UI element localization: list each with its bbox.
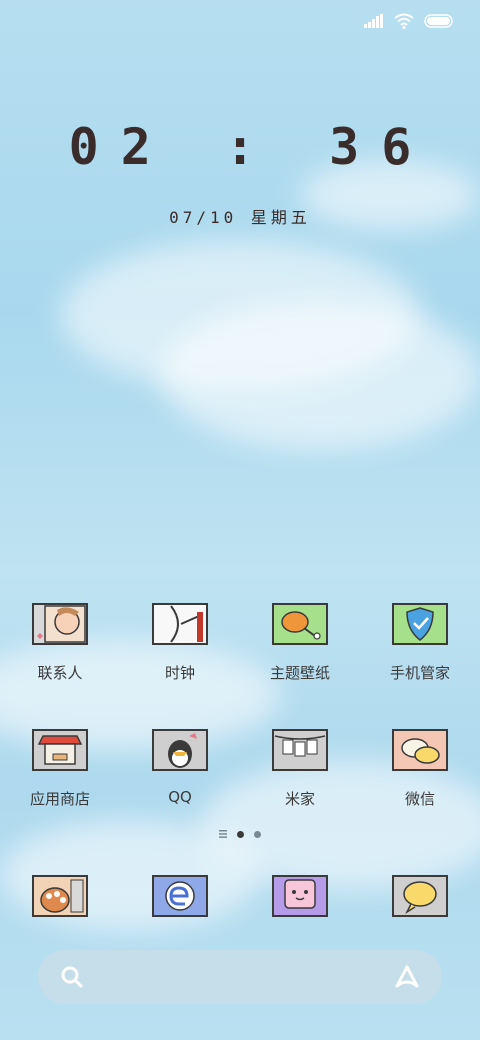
status-bar [364, 10, 454, 32]
clock-icon [152, 603, 208, 645]
app-label: 时钟 [164, 664, 195, 682]
browser-icon [152, 875, 208, 917]
search-bar[interactable] [38, 950, 442, 1004]
app-qq[interactable]: QQ [120, 728, 240, 809]
contacts-icon [32, 603, 88, 645]
dock-messages[interactable] [240, 874, 360, 918]
battery-icon [424, 14, 453, 28]
app-label: 手机管家 [389, 664, 450, 682]
app-label: 微信 [404, 790, 435, 808]
app-security[interactable]: 手机管家 [360, 602, 480, 683]
theme-icon [272, 603, 328, 645]
menu-lines-icon [219, 830, 227, 838]
app-theme[interactable]: 主题壁纸 [240, 602, 360, 683]
dock-phone[interactable] [0, 874, 120, 918]
app-clock[interactable]: 时钟 [120, 602, 240, 683]
phone-icon [32, 875, 88, 917]
wechat-icon [392, 729, 448, 771]
app-label: QQ [168, 788, 192, 806]
qq-icon [152, 729, 208, 771]
love-chat-icon [392, 875, 448, 917]
app-app-store[interactable]: 应用商店 [0, 728, 120, 809]
app-contacts[interactable]: 联系人 [0, 602, 120, 683]
clock-time[interactable]: 02 : 36 [0, 118, 480, 176]
page-dot-active [237, 830, 244, 838]
app-label: 应用商店 [29, 790, 90, 808]
page-indicator[interactable] [0, 830, 480, 838]
app-row-2: 应用商店 QQ 米家 微信 [0, 728, 480, 809]
app-row-1: 联系人 时钟 主题壁纸 手机管家 [0, 602, 480, 683]
app-label: 米家 [284, 790, 315, 808]
dock [0, 874, 480, 918]
messages-icon [272, 875, 328, 917]
clock-date: 07/10 星期五 [169, 208, 311, 227]
mijia-icon [272, 729, 328, 771]
app-label: 主题壁纸 [269, 664, 330, 682]
app-wechat[interactable]: 微信 [360, 728, 480, 809]
app-mijia[interactable]: 米家 [240, 728, 360, 809]
security-icon [392, 603, 448, 645]
dock-love-chat[interactable] [360, 874, 480, 918]
app-store-icon [32, 729, 88, 771]
wifi-icon [394, 13, 414, 29]
assistant-icon[interactable] [394, 964, 420, 990]
page-dot [254, 830, 261, 838]
search-icon[interactable] [60, 965, 84, 989]
dock-browser[interactable] [120, 874, 240, 918]
signal-icon [364, 14, 383, 28]
app-label: 联系人 [37, 664, 83, 682]
